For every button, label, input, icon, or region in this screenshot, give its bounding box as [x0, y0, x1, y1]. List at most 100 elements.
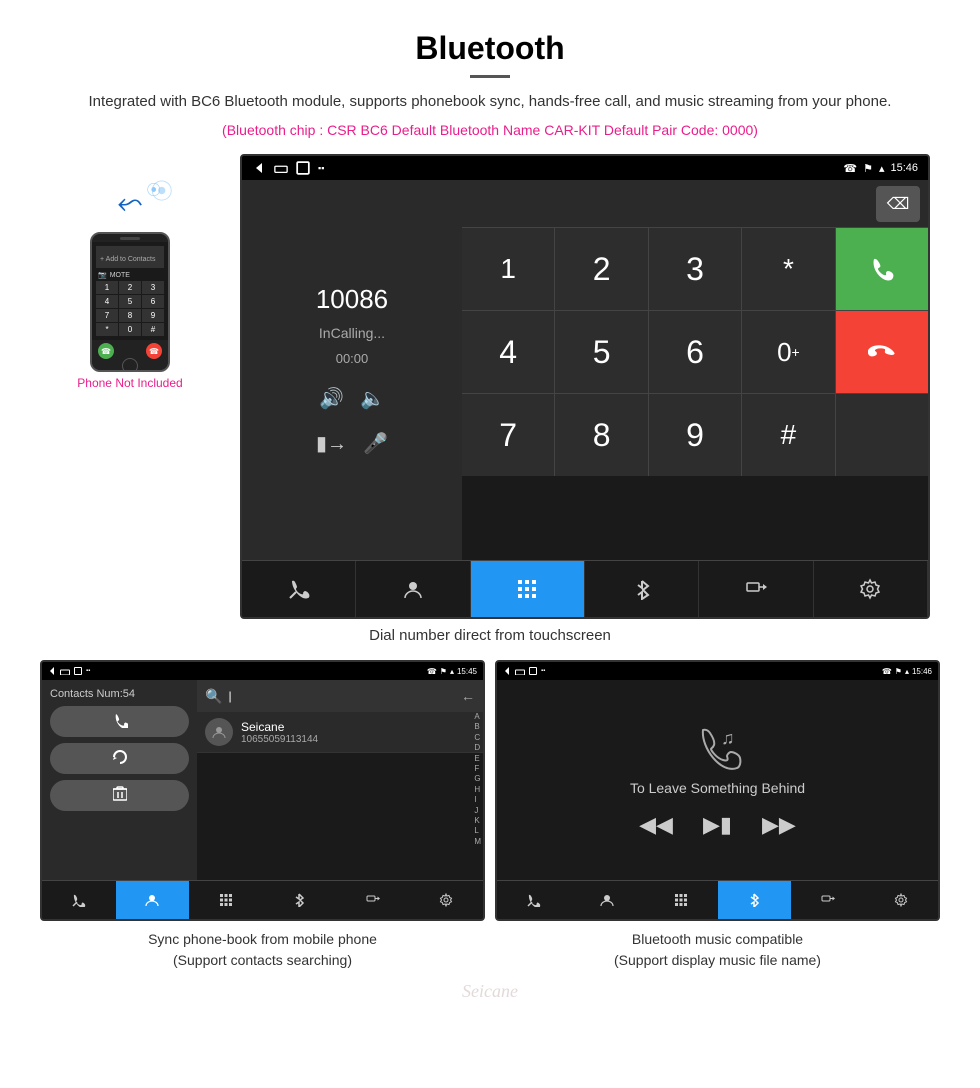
- volume-up-icon[interactable]: 🔊: [319, 386, 344, 411]
- contacts-caption: Sync phone-book from mobile phone(Suppor…: [40, 929, 485, 971]
- contact-item[interactable]: Seicane 10655059113144: [197, 712, 483, 753]
- key-hash[interactable]: #: [742, 394, 834, 476]
- transfer-icon[interactable]: ▮→: [316, 431, 347, 456]
- c-settings-btn[interactable]: [410, 881, 484, 919]
- dial-extra-controls: ▮→ 🎤: [316, 431, 388, 456]
- wifi-icon: ▴: [879, 162, 885, 175]
- music-icon-area: ♫: [693, 722, 743, 772]
- dial-status: InCalling...: [319, 325, 385, 341]
- m-settings-btn[interactable]: [865, 881, 939, 919]
- music-phone-icon: ☎: [882, 667, 892, 676]
- main-bottom-bar: [242, 560, 928, 617]
- square-icon-small: [74, 667, 82, 675]
- svg-text:♫: ♫: [721, 728, 735, 748]
- bluetooth-icon: ⬿: [117, 184, 143, 220]
- key-6[interactable]: 6: [649, 311, 741, 393]
- dial-right-panel: ⌫ 1 2 3 * 4 5 6: [462, 180, 928, 560]
- window-icon-small: [60, 668, 70, 675]
- number-input-row: ⌫: [462, 180, 928, 228]
- contact-info: Seicane 10655059113144: [241, 720, 318, 745]
- phone-status-icon: ☎: [843, 162, 857, 175]
- contact-avatar: [205, 718, 233, 746]
- contacts-time: 15:45: [457, 667, 477, 676]
- keyboard-back-icon: ←: [461, 688, 475, 704]
- next-track-button[interactable]: ▶▶: [762, 812, 796, 838]
- delete-button[interactable]: [50, 780, 189, 811]
- prev-track-button[interactable]: ◀◀: [639, 812, 673, 838]
- contacts-status-bar: ▪▪ ☎ ⚑ ▴ 15:45: [42, 662, 483, 680]
- alpha-list: A B C D E F G H I J K L M: [474, 712, 481, 847]
- sync-button[interactable]: [50, 743, 189, 774]
- bottom-keypad-btn[interactable]: [471, 561, 585, 617]
- c-contacts-btn[interactable]: [116, 881, 190, 919]
- bottom-phone-btn[interactable]: [242, 561, 356, 617]
- key-9[interactable]: 9: [649, 394, 741, 476]
- music-caption-text: Bluetooth music compatible(Support displ…: [614, 931, 821, 968]
- header-divider: [470, 75, 510, 78]
- key-2[interactable]: 2: [555, 228, 647, 310]
- key-4[interactable]: 4: [462, 311, 554, 393]
- music-phone-note-icon: ♫: [693, 722, 743, 772]
- dial-controls: 🔊 🔈: [319, 386, 385, 411]
- music-content: ♫ To Leave Something Behind ◀◀ ▶▮ ▶▶: [497, 680, 938, 880]
- contacts-signal: ▪▪: [86, 668, 90, 674]
- window-icon: [274, 161, 288, 175]
- contacts-caption-text: Sync phone-book from mobile phone(Suppor…: [148, 931, 377, 968]
- m-transfer-btn[interactable]: [791, 881, 865, 919]
- status-right: ☎ ⚑ ▴ 15:46: [843, 162, 918, 175]
- bottom-transfer-btn[interactable]: [699, 561, 813, 617]
- search-cursor: |: [228, 689, 461, 703]
- key-7[interactable]: 7: [462, 394, 554, 476]
- contacts-loc-icon: ⚑: [440, 667, 447, 676]
- status-left: ▪▪: [252, 161, 324, 175]
- contacts-count: Contacts Num:54: [50, 688, 189, 700]
- music-bottom-bar: [497, 880, 938, 919]
- bottom-settings-btn[interactable]: [814, 561, 928, 617]
- call-button[interactable]: [50, 706, 189, 737]
- key-8[interactable]: 8: [555, 394, 647, 476]
- music-caption: Bluetooth music compatible(Support displ…: [495, 929, 940, 971]
- music-wifi-icon: ▴: [905, 667, 909, 676]
- search-icon: 🔍: [205, 688, 222, 705]
- backspace-button[interactable]: ⌫: [876, 186, 920, 222]
- c-bluetooth-btn[interactable]: [263, 881, 337, 919]
- main-time: 15:46: [890, 162, 918, 174]
- m-bluetooth-btn[interactable]: [718, 881, 792, 919]
- main-dial-screen: ▪▪ ☎ ⚑ ▴ 15:46 10086 InCalling... 00:00: [240, 154, 930, 619]
- bottom-bluetooth-btn[interactable]: [585, 561, 699, 617]
- m-contacts-btn[interactable]: [571, 881, 645, 919]
- m-keypad-btn[interactable]: [644, 881, 718, 919]
- c-keypad-btn[interactable]: [189, 881, 263, 919]
- keypad-grid: 1 2 3 * 4 5 6 0+: [462, 228, 928, 476]
- play-pause-button[interactable]: ▶▮: [703, 812, 732, 838]
- music-song-title: To Leave Something Behind: [610, 780, 825, 796]
- volume-down-icon[interactable]: 🔈: [360, 386, 385, 411]
- mic-icon[interactable]: 🎤: [363, 431, 388, 456]
- signal-icon: ▪▪: [318, 163, 324, 173]
- c-phone-btn[interactable]: [42, 881, 116, 919]
- c-transfer-btn[interactable]: [336, 881, 410, 919]
- header-description: Integrated with BC6 Bluetooth module, su…: [40, 90, 940, 114]
- contacts-right-panel: 🔍 | ← Seicane 10655059113144: [197, 680, 483, 880]
- music-time: 15:46: [912, 667, 932, 676]
- call-red-button[interactable]: [836, 311, 928, 393]
- contacts-content: Contacts Num:54 🔍 |: [42, 680, 483, 880]
- contact-name: Seicane: [241, 720, 318, 734]
- dial-content: 10086 InCalling... 00:00 🔊 🔈 ▮→ 🎤: [242, 180, 928, 560]
- key-3[interactable]: 3: [649, 228, 741, 310]
- key-1[interactable]: 1: [462, 228, 554, 310]
- bottom-contacts-btn[interactable]: [356, 561, 470, 617]
- key-0plus[interactable]: 0+: [742, 311, 834, 393]
- watermark: Seicane: [40, 981, 940, 1002]
- contacts-screen: ▪▪ ☎ ⚑ ▴ 15:45 Contacts Num:54: [40, 660, 485, 921]
- bottom-row: ▪▪ ☎ ⚑ ▴ 15:45 Contacts Num:54: [40, 660, 940, 921]
- music-status-bar: ▪▪ ☎ ⚑ ▴ 15:46: [497, 662, 938, 680]
- dial-left-panel: 10086 InCalling... 00:00 🔊 🔈 ▮→ 🎤: [242, 180, 462, 560]
- music-loc-icon: ⚑: [895, 667, 902, 676]
- key-5[interactable]: 5: [555, 311, 647, 393]
- m-phone-btn[interactable]: [497, 881, 571, 919]
- call-green-button[interactable]: [836, 228, 928, 310]
- back-icon-small: [48, 666, 56, 676]
- key-star[interactable]: *: [742, 228, 834, 310]
- contacts-left-panel: Contacts Num:54: [42, 680, 197, 880]
